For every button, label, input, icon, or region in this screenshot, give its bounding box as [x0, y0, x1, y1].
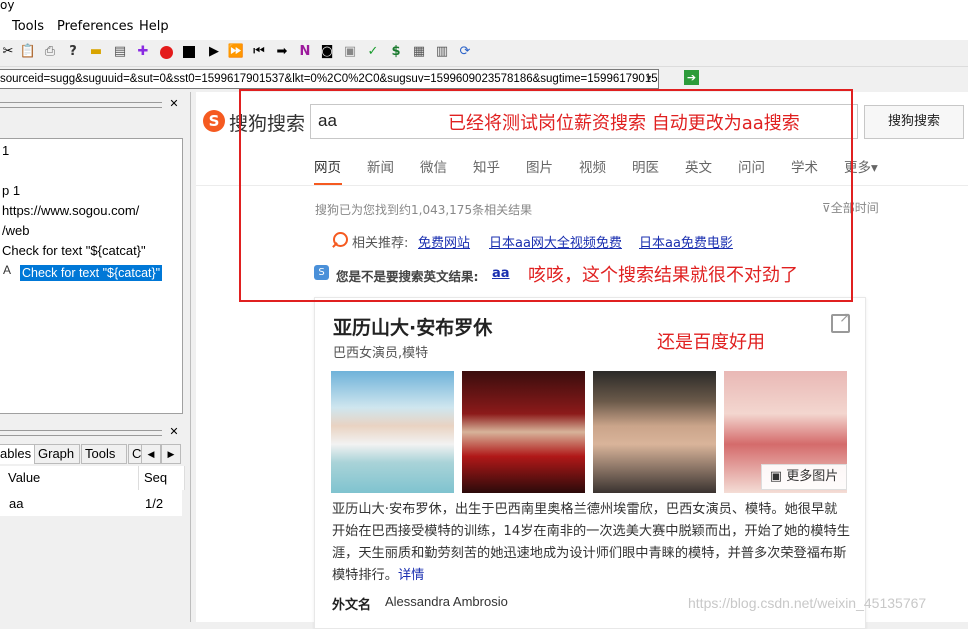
check-icon[interactable]: ✓	[365, 44, 381, 60]
n-icon[interactable]: N	[297, 44, 313, 60]
fast-forward-icon[interactable]: ⏩	[228, 44, 244, 60]
add-step-icon[interactable]: ▤	[112, 44, 128, 60]
skip-icon[interactable]: ➡	[274, 44, 290, 60]
paste-icon[interactable]: 📋	[20, 44, 36, 60]
tab-tools[interactable]: Tools	[81, 444, 127, 464]
tab-variables[interactable]: ables	[0, 444, 36, 464]
open-folder-icon[interactable]: ▬	[88, 44, 104, 60]
drag-handle[interactable]	[0, 430, 162, 436]
menu-tools[interactable]: Tools	[12, 19, 44, 34]
share-arrow-icon: ↗	[839, 310, 851, 326]
url-text: sourceid=sugg&suguuid=&sut=0&sst0=159961…	[0, 73, 659, 85]
tree-node-selected[interactable]: Check for text "${catcat}"	[20, 265, 163, 281]
tree-panel-header: ✕	[0, 98, 182, 112]
url-input[interactable]: sourceid=sugg&suguuid=&sut=0&sst0=159961…	[0, 69, 659, 89]
document-icon[interactable]: ▣	[342, 44, 358, 60]
annotation-text: 还是百度好用	[657, 332, 765, 353]
url-row: sourceid=sugg&suguuid=&sut=0&sst0=159961…	[0, 67, 968, 91]
sogou-logo-icon[interactable]: S	[203, 110, 225, 132]
close-icon[interactable]: ✕	[168, 426, 180, 438]
step-back-icon[interactable]: ⏮	[251, 44, 267, 60]
details-link[interactable]: 详情	[398, 568, 424, 583]
play-icon[interactable]: ▶	[206, 44, 222, 60]
tab-strip: ables Graph Tools C ◀ ▶	[0, 443, 182, 464]
grid-icon[interactable]: ▦	[411, 44, 427, 60]
chevron-down-icon[interactable]: ▾	[642, 70, 656, 88]
script-tree: 1 p 1 https://www.sogou.com/ /web Check …	[0, 138, 183, 414]
tree-node[interactable]: 1	[2, 143, 9, 158]
help-icon[interactable]: ?	[65, 44, 81, 60]
column-header[interactable]: Value	[0, 466, 139, 490]
cut-icon[interactable]: ✂	[0, 44, 16, 60]
go-icon[interactable]: ➔	[684, 70, 699, 85]
window-title-text: oy	[0, 0, 15, 12]
refresh-icon[interactable]: ⟳	[457, 44, 473, 60]
camera-icon[interactable]: ◙	[319, 44, 335, 60]
image-icon: ▣	[769, 469, 787, 484]
var-panel-header: ✕	[0, 426, 182, 440]
card-subtitle: 巴西女演员,模特	[333, 346, 429, 361]
record-icon[interactable]	[158, 44, 174, 60]
card-description: 亚历山大·安布罗休，出生于巴西南里奥格兰德州埃雷欣，巴西女演员、模特。她很早就开…	[332, 499, 850, 587]
menu-bar: Tools Preferences Help	[0, 14, 968, 40]
photo[interactable]	[331, 371, 454, 493]
toolbar: ✂ 📋 ⎙ ? ▬ ▤ ✚ ▶ ⏩ ⏮ ➡ N ◙ ▣ ✓ $ ▦ ▥ ⟳	[0, 40, 968, 67]
print-icon[interactable]: ⎙	[42, 44, 58, 60]
annotation-text: 已经将测试岗位薪资搜索 自动更改为aa搜索	[448, 113, 800, 134]
variable-seq[interactable]: 1/2	[145, 494, 163, 514]
knowledge-card: 亚历山大·安布罗休 巴西女演员,模特 ↗ ▣ 更多图片 亚历山大·安布罗休，出生…	[314, 297, 866, 629]
table-icon[interactable]: ▥	[434, 44, 450, 60]
tree-node[interactable]: https://www.sogou.com/	[2, 203, 139, 218]
tree-node[interactable]: p 1	[2, 183, 20, 198]
check-node-icon: A	[3, 263, 12, 277]
add-check-icon[interactable]: ✚	[135, 44, 151, 60]
left-panel: ✕ 1 p 1 https://www.sogou.com/ /web Chec…	[0, 92, 190, 622]
photo[interactable]	[593, 371, 716, 493]
more-photos-label: 更多图片	[786, 469, 839, 484]
watermark: https://blog.csdn.net/weixin_45135767	[688, 595, 927, 611]
tree-node[interactable]: /web	[2, 223, 29, 238]
variables-table: Value Seq aa 1/2	[0, 466, 185, 516]
annotation-text: 咳咳，这个搜索结果就很不对劲了	[528, 265, 798, 286]
menu-preferences[interactable]: Preferences	[57, 19, 133, 34]
more-photos-button[interactable]: ▣ 更多图片	[761, 464, 847, 490]
stop-icon[interactable]	[181, 44, 197, 60]
card-title[interactable]: 亚历山大·安布罗休	[333, 313, 492, 340]
alias-value: Alessandra Ambrosio	[385, 594, 508, 609]
column-header[interactable]: Seq	[140, 466, 185, 490]
variable-value[interactable]: aa	[9, 494, 23, 514]
alias-label: 外文名	[332, 598, 372, 613]
window-title: oy	[0, 0, 968, 14]
close-icon[interactable]: ✕	[168, 98, 180, 110]
photo[interactable]	[462, 371, 585, 493]
browser-pane: S 搜狗搜索 aa 搜狗搜索 网页 新闻 微信 知乎 图片 视频 明医 英文 问…	[196, 89, 968, 629]
menu-help[interactable]: Help	[139, 19, 169, 34]
chevron-left-icon[interactable]: ◀	[141, 444, 161, 464]
search-button[interactable]: 搜狗搜索	[864, 105, 964, 139]
drag-handle[interactable]	[0, 102, 162, 108]
tree-node[interactable]: Check for text "${catcat}"	[2, 243, 146, 258]
chevron-right-icon[interactable]: ▶	[161, 444, 181, 464]
dollar-icon[interactable]: $	[388, 44, 404, 60]
tab-graph[interactable]: Graph	[34, 444, 80, 464]
